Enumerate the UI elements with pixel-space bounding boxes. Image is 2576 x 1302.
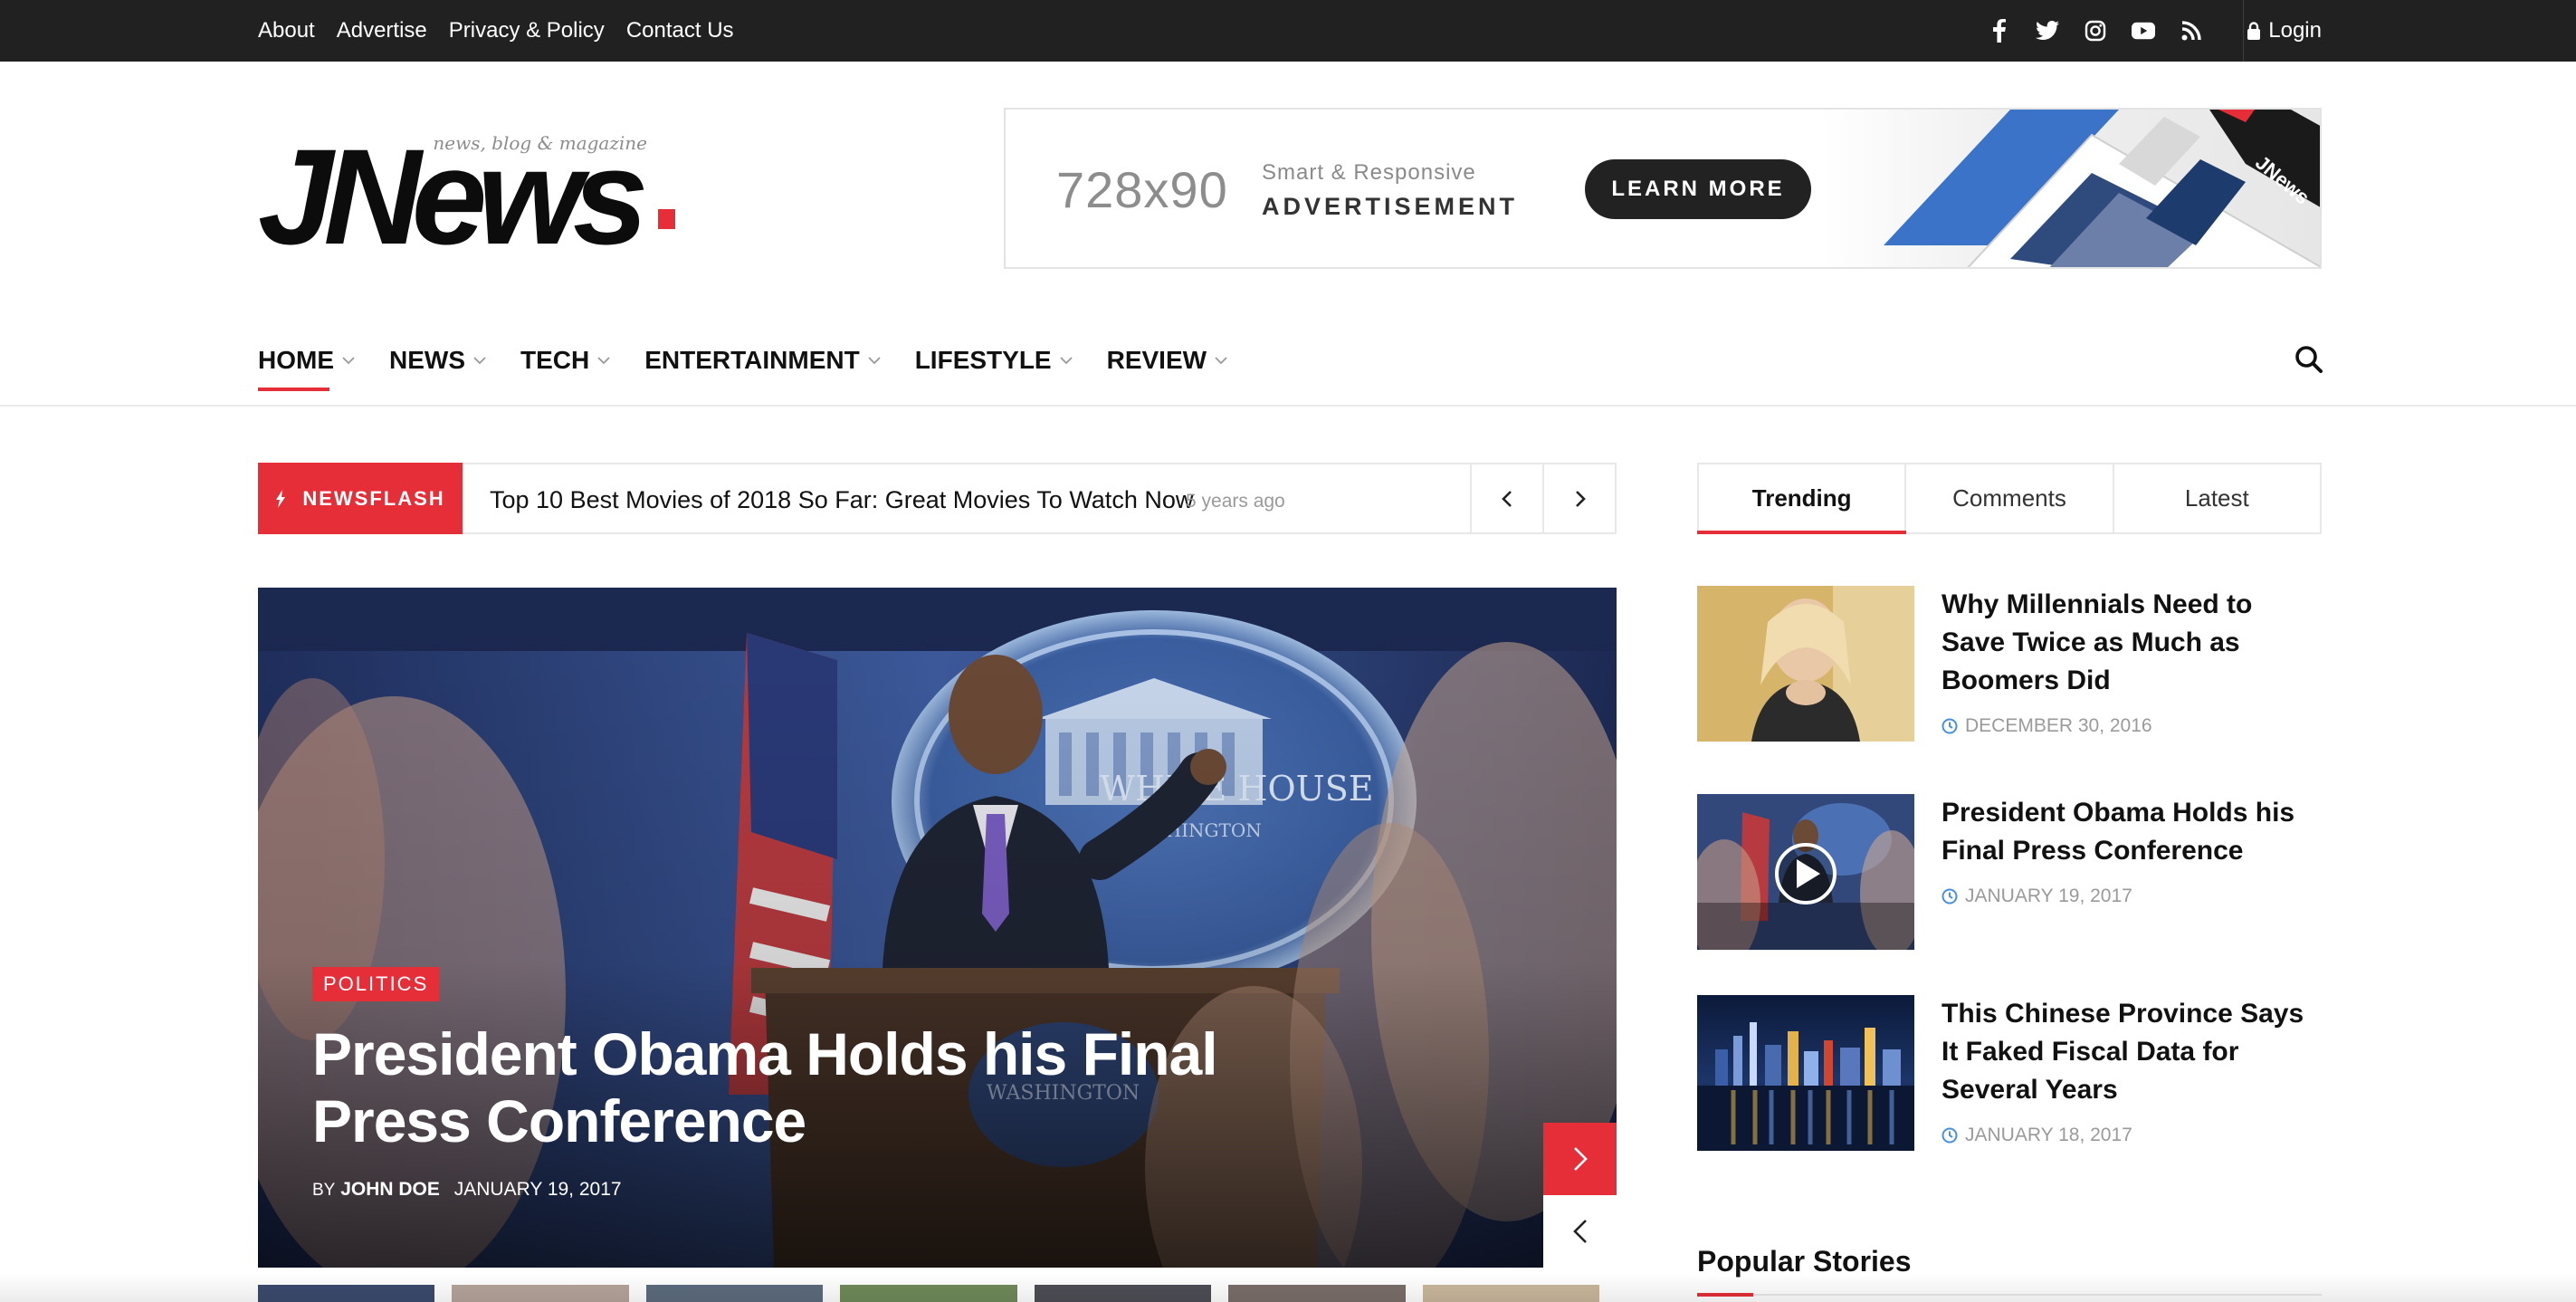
nav-label: HOME	[258, 346, 334, 374]
nav-label: NEWS	[389, 346, 465, 374]
nav-label: ENTERTAINMENT	[644, 346, 860, 374]
hero-featured-post[interactable]: WHITE HOUSE WASHINGTON WASHINGTON POLITI…	[258, 588, 1617, 1268]
top-links: About Advertise Privacy & Policy Contact…	[258, 0, 756, 62]
nav-divider	[0, 405, 2576, 407]
newsflash-time: 5 years ago	[1186, 491, 1285, 512]
nav-label: REVIEW	[1106, 346, 1207, 374]
main-nav: HOME NEWS TECH ENTERTAINMENT LIFESTYLE R…	[258, 335, 1262, 391]
chevron-right-icon	[1573, 1147, 1588, 1171]
top-bar: About Advertise Privacy & Policy Contact…	[0, 0, 2576, 62]
site-logo[interactable]: news, blog & magazine JNews	[258, 127, 683, 264]
instagram-icon[interactable]	[2084, 19, 2107, 43]
hero-image: WHITE HOUSE WASHINGTON WASHINGTON	[258, 588, 1617, 1268]
logo-dot	[658, 209, 675, 229]
tab-latest[interactable]: Latest	[2114, 464, 2320, 532]
hero-thumbnail[interactable]	[452, 1285, 629, 1302]
twitter-icon[interactable]	[2036, 19, 2059, 43]
social-links	[1988, 0, 2228, 62]
rss-icon[interactable]	[2180, 19, 2203, 43]
popular-stories-heading: Popular Stories	[1697, 1245, 1912, 1278]
chevron-down-icon	[1059, 356, 1073, 364]
post-thumbnail	[1697, 794, 1914, 950]
ad-learn-more-button[interactable]: LEARN MORE	[1585, 159, 1811, 219]
newsflash-ticker: NEWSFLASH Top 10 Best Movies of 2018 So …	[258, 463, 1617, 534]
newsflash-label-text: NEWSFLASH	[302, 486, 445, 510]
trending-post[interactable]: This Chinese Province Says It Faked Fisc…	[1697, 995, 2322, 1151]
nav-label: LIFESTYLE	[914, 346, 1052, 374]
search-icon[interactable]	[2295, 345, 2323, 374]
nav-item-news[interactable]: NEWS	[389, 346, 486, 375]
clock-icon	[1942, 1127, 1958, 1144]
clock-icon	[1942, 888, 1958, 905]
chevron-down-icon	[868, 356, 881, 364]
ticker-prev-button[interactable]	[1470, 463, 1542, 534]
chevron-down-icon	[473, 356, 486, 364]
nav-item-home[interactable]: HOME	[258, 346, 355, 391]
login-label: Login	[2268, 18, 2322, 43]
nav-item-tech[interactable]: TECH	[520, 346, 610, 375]
bolt-icon	[276, 489, 286, 508]
post-thumbnail	[1697, 586, 1914, 742]
youtube-icon[interactable]	[2132, 19, 2155, 43]
login-link[interactable]: Login	[2243, 0, 2322, 62]
hero-meta: BY JOHN DOE JANUARY 19, 2017	[312, 1179, 622, 1201]
hero-by: BY	[312, 1181, 336, 1200]
chevron-down-icon	[1215, 356, 1227, 364]
nav-item-entertainment[interactable]: ENTERTAINMENT	[644, 346, 881, 375]
top-link-contact[interactable]: Contact Us	[626, 18, 734, 43]
clock-icon	[1942, 718, 1958, 734]
header-ad-banner[interactable]: 728x90 Smart & Responsive ADVERTISEMENT …	[1004, 108, 2322, 269]
ad-device-mockup: JNews	[1820, 110, 2320, 267]
post-date-text: DECEMBER 30, 2016	[1965, 715, 2152, 736]
tab-comments[interactable]: Comments	[1906, 464, 2114, 532]
hero-prev-button[interactable]	[1543, 1195, 1617, 1268]
hero-thumbnail[interactable]	[1228, 1285, 1406, 1302]
post-date: JANUARY 18, 2017	[1942, 1125, 2132, 1146]
post-date: JANUARY 19, 2017	[1942, 886, 2132, 907]
top-link-about[interactable]: About	[258, 18, 315, 43]
hero-thumbnail[interactable]	[258, 1285, 435, 1302]
trending-post[interactable]: President Obama Holds his Final Press Co…	[1697, 794, 2322, 950]
chevron-left-icon	[1572, 1220, 1587, 1243]
sidebar-tabs: Trending Comments Latest	[1696, 463, 2322, 534]
post-title[interactable]: Why Millennials Need to Save Twice as Mu…	[1942, 586, 2322, 700]
hero-thumbnail[interactable]	[1034, 1285, 1212, 1302]
chevron-down-icon	[342, 356, 355, 364]
ticker-next-button[interactable]	[1542, 463, 1617, 534]
hero-thumbnail[interactable]	[840, 1285, 1017, 1302]
chevron-down-icon	[597, 356, 610, 364]
newsflash-headline[interactable]: Top 10 Best Movies of 2018 So Far: Great…	[490, 486, 1193, 514]
hero-thumbnail[interactable]	[645, 1285, 824, 1302]
post-title[interactable]: This Chinese Province Says It Faked Fisc…	[1942, 995, 2322, 1109]
newsflash-label: NEWSFLASH	[258, 463, 463, 534]
post-thumbnail	[1697, 995, 1914, 1151]
facebook-icon[interactable]	[1988, 19, 2011, 43]
lock-icon	[2247, 22, 2261, 40]
nav-item-lifestyle[interactable]: LIFESTYLE	[915, 346, 1073, 375]
hero-author[interactable]: JOHN DOE	[340, 1179, 440, 1200]
post-date-text: JANUARY 18, 2017	[1965, 1125, 2132, 1145]
tab-trending[interactable]: Trending	[1696, 464, 1907, 534]
hero-date: JANUARY 19, 2017	[453, 1179, 622, 1200]
post-date: DECEMBER 30, 2016	[1942, 715, 2152, 737]
top-link-advertise[interactable]: Advertise	[337, 18, 427, 43]
post-title[interactable]: President Obama Holds his Final Press Co…	[1942, 794, 2322, 870]
hero-next-button[interactable]	[1543, 1123, 1617, 1195]
hero-category-badge[interactable]: POLITICS	[312, 967, 440, 1001]
hero-title[interactable]: President Obama Holds his Final Press Co…	[312, 1020, 1218, 1154]
logo-wordmark: JNews	[258, 120, 648, 273]
popular-stories-underline	[1697, 1293, 2322, 1297]
trending-post[interactable]: Why Millennials Need to Save Twice as Mu…	[1697, 586, 2322, 742]
ad-line-1: Smart & Responsive	[1262, 160, 1476, 185]
hero-thumbnail[interactable]	[1422, 1285, 1599, 1302]
ad-size-text: 728x90	[1056, 161, 1228, 218]
ad-line-2: ADVERTISEMENT	[1262, 193, 1519, 220]
nav-item-review[interactable]: REVIEW	[1107, 346, 1227, 375]
hero-thumbnails	[258, 1285, 1617, 1302]
top-link-privacy[interactable]: Privacy & Policy	[449, 18, 605, 43]
chevron-left-icon	[1502, 490, 1512, 507]
post-date-text: JANUARY 19, 2017	[1965, 886, 2132, 906]
chevron-right-icon	[1576, 490, 1586, 507]
nav-label: TECH	[520, 346, 590, 374]
